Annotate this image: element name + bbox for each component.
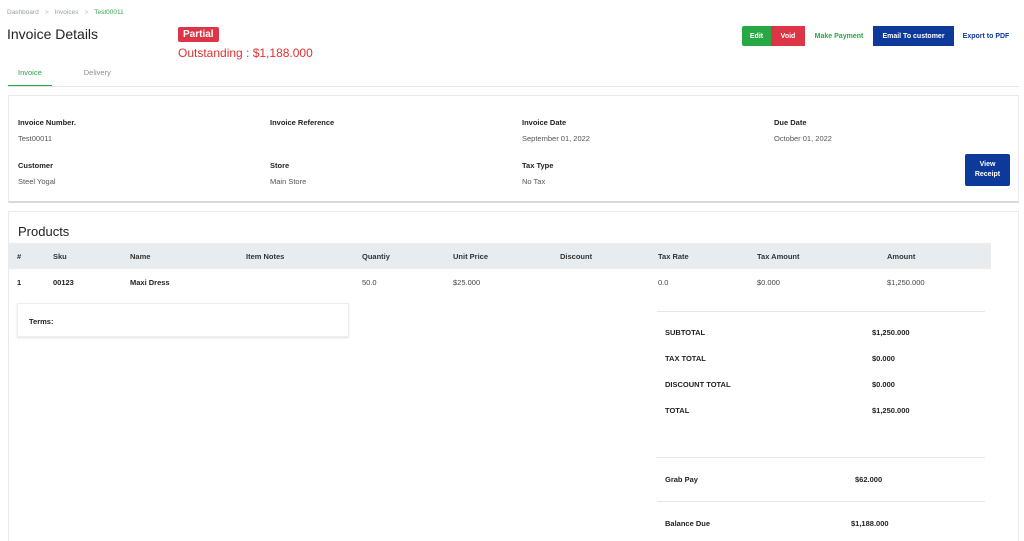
- column-header: Name: [130, 252, 151, 261]
- subtotal-label: SUBTOTAL: [665, 328, 706, 337]
- row-name: Maxi Dress: [130, 278, 170, 287]
- invoice-date-value: September 01, 2022: [522, 134, 590, 143]
- total-value: $1,250.000: [872, 406, 910, 415]
- invoice-info-card: Invoice Number. Test00011 Invoice Refere…: [8, 95, 1019, 203]
- column-header: Tax Rate: [658, 252, 689, 261]
- row-sku: 00123: [53, 278, 74, 287]
- column-header: Tax Amount: [757, 252, 800, 261]
- terms-label: Terms:: [29, 317, 54, 326]
- tax-total-label: TAX TOTAL: [665, 354, 706, 363]
- column-header: Discount: [560, 252, 593, 261]
- row-tax-rate: 0.0: [658, 278, 669, 287]
- breadcrumb-separator: >: [44, 9, 49, 16]
- tax-total-value: $0.000: [872, 354, 895, 363]
- total-label: TOTAL: [665, 406, 690, 415]
- breadcrumb-current: Test00011: [94, 9, 124, 16]
- view-receipt-label-line2: Receipt: [974, 171, 1001, 178]
- invoice-number-field: Invoice Number. Test00011: [18, 118, 76, 143]
- breadcrumb-invoices[interactable]: Invoices: [55, 9, 79, 16]
- column-header: Unit Price: [453, 252, 489, 261]
- row-amount: $1,250.000: [887, 278, 925, 287]
- discount-total-value: $0.000: [872, 380, 895, 389]
- make-payment-button[interactable]: Make Payment: [805, 26, 873, 46]
- products-title: Products: [18, 224, 70, 239]
- outstanding-amount: Outstanding : $1,188.000: [178, 46, 313, 60]
- column-header: Amount: [887, 252, 916, 261]
- status-badge: Partial: [178, 27, 219, 42]
- row-quantity: 50.0: [362, 278, 377, 287]
- due-date-value: October 01, 2022: [774, 134, 832, 143]
- export-pdf-button[interactable]: Export to PDF: [954, 26, 1018, 46]
- email-customer-button[interactable]: Email To customer: [873, 26, 954, 46]
- column-header: #: [17, 252, 22, 261]
- payment-value: $62.000: [855, 475, 883, 484]
- column-header: Item Notes: [246, 252, 285, 261]
- store-field: Store Main Store: [270, 161, 306, 186]
- summary-divider: [657, 311, 985, 312]
- summary-divider: [657, 457, 985, 458]
- invoice-date-field: Invoice Date September 01, 2022: [522, 118, 590, 143]
- invoice-number-value: Test00011: [18, 134, 53, 143]
- view-receipt-label-line1: View: [979, 161, 996, 168]
- products-table-header: # Sku Name Item Notes Quantiy Unit Price…: [9, 243, 991, 269]
- breadcrumb-separator: >: [84, 9, 89, 16]
- tax-type-label: Tax Type: [522, 161, 554, 170]
- customer-value: Steel Yogal: [18, 177, 56, 186]
- table-row: 1 00123 Maxi Dress 50.0 $25.000 0.0 $0.0…: [9, 269, 991, 295]
- tax-type-field: Tax Type No Tax: [522, 161, 553, 186]
- balance-due-value: $1,188.000: [851, 519, 889, 528]
- tab-invoice[interactable]: Invoice: [8, 63, 52, 86]
- invoice-reference-label: Invoice Reference: [270, 118, 335, 127]
- row-tax-amount: $0.000: [757, 278, 780, 287]
- terms-box: Terms:: [17, 303, 349, 337]
- column-header: Sku: [53, 252, 67, 261]
- column-header: Quantiy: [362, 252, 390, 261]
- due-date-field: Due Date October 01, 2022: [774, 118, 832, 143]
- payment-method-label: Grab Pay: [665, 475, 698, 484]
- tab-delivery[interactable]: Delivery: [74, 63, 121, 85]
- invoice-number-label: Invoice Number.: [18, 118, 76, 127]
- balance-due-label: Balance Due: [665, 519, 711, 528]
- action-toolbar: Edit Void Make Payment Email To customer…: [742, 26, 1018, 46]
- void-button[interactable]: Void: [771, 26, 805, 46]
- row-unit-price: $25.000: [453, 278, 481, 287]
- discount-total-label: DISCOUNT TOTAL: [665, 380, 731, 389]
- subtotal-value: $1,250.000: [872, 328, 910, 337]
- products-card: Products # Sku Name Item Notes Quantiy U…: [8, 211, 1019, 541]
- page-title: Invoice Details: [7, 26, 99, 42]
- breadcrumb: Dashboard > Invoices > Test00011: [7, 9, 124, 16]
- edit-button[interactable]: Edit: [742, 26, 771, 46]
- row-index: 1: [17, 278, 22, 287]
- invoice-reference-field: Invoice Reference: [270, 118, 334, 134]
- view-receipt-button[interactable]: View Receipt: [965, 154, 1010, 186]
- invoice-date-label: Invoice Date: [522, 118, 567, 127]
- store-label: Store: [270, 161, 290, 170]
- due-date-label: Due Date: [774, 118, 807, 127]
- summary-divider: [657, 501, 985, 502]
- breadcrumb-dashboard[interactable]: Dashboard: [7, 9, 39, 16]
- customer-field: Customer Steel Yogal: [18, 161, 56, 186]
- customer-label: Customer: [18, 161, 54, 170]
- store-value: Main Store: [270, 177, 307, 186]
- tab-bar: Invoice Delivery: [8, 63, 1019, 87]
- tax-type-value: No Tax: [522, 177, 546, 186]
